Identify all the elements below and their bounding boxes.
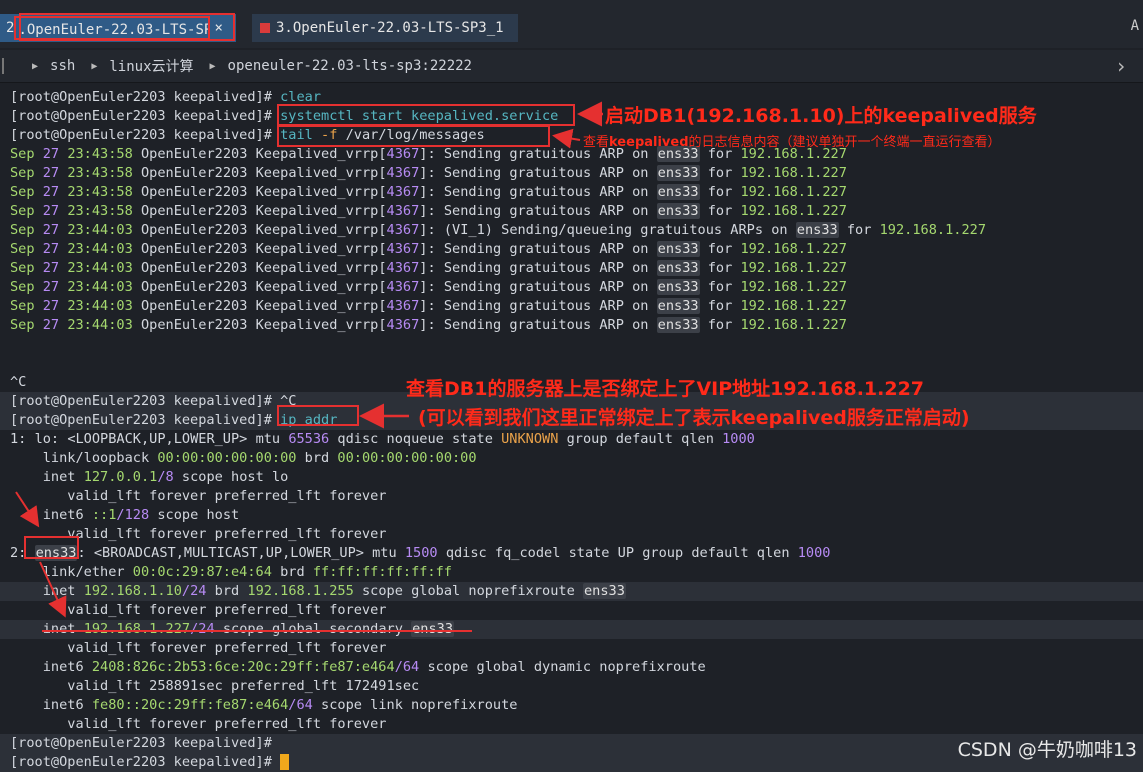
- arrow: [552, 128, 581, 149]
- arrow: [39, 561, 67, 618]
- watermark: CSDN @牛奶咖啡13: [957, 739, 1137, 761]
- annotation-arrows: [15, 101, 603, 632]
- arrow: [15, 491, 40, 528]
